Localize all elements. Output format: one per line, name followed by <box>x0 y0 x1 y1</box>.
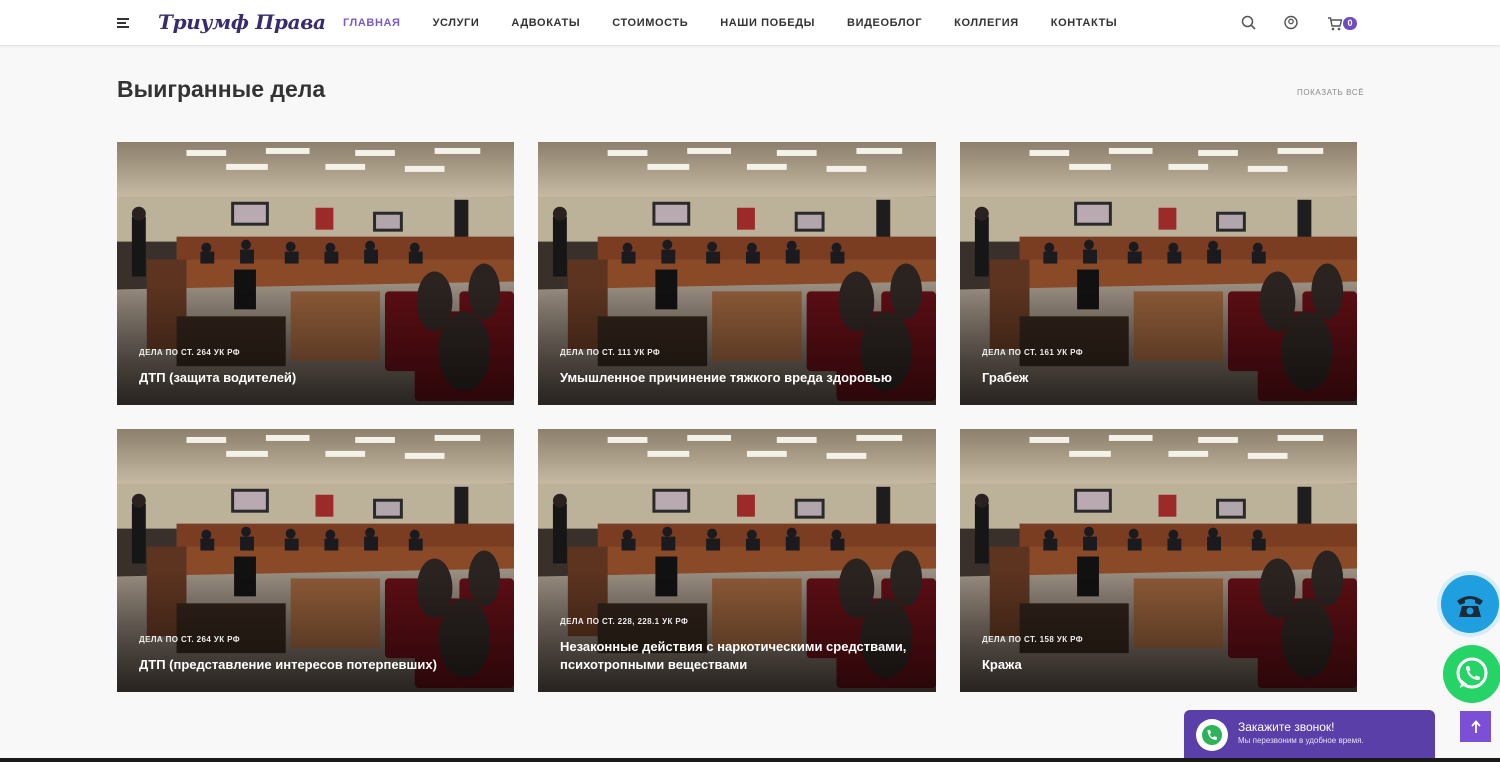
card-overlay <box>117 285 514 405</box>
callback-subtitle: Мы перезвоним в удобное время. <box>1238 736 1364 745</box>
case-category: ДЕЛА ПО СТ. 111 УК РФ <box>560 348 661 357</box>
search-icon[interactable] <box>1241 14 1257 32</box>
site-logo[interactable]: Триумф Права <box>158 10 326 34</box>
card-caption: ДЕЛА ПО СТ. 111 УК РФ Умышленное причинен… <box>560 348 914 387</box>
case-category: ДЕЛА ПО СТ. 158 УК РФ <box>982 635 1083 644</box>
case-card[interactable]: ДЕЛА ПО СТ. 264 УК РФ ДТП (защита водител… <box>117 142 514 405</box>
card-caption: ДЕЛА ПО СТ. 228, 228.1 УК РФ Незаконные д… <box>560 617 914 674</box>
cases-grid: ДЕЛА ПО СТ. 264 УК РФ ДТП (защита водител… <box>117 142 1357 692</box>
nav-item-collegium[interactable]: КОЛЛЕГИЯ <box>954 17 1019 29</box>
site-header: Триумф Права ГЛАВНАЯ УСЛУГИ АДВОКАТЫ СТО… <box>0 0 1500 46</box>
cart-count-badge: 0 <box>1343 17 1357 30</box>
card-overlay <box>538 285 936 405</box>
card-overlay <box>117 572 514 692</box>
case-card[interactable]: ДЕЛА ПО СТ. 264 УК РФ ДТП (представление … <box>117 429 514 692</box>
card-overlay <box>960 572 1357 692</box>
scroll-top-button[interactable] <box>1460 711 1491 742</box>
main-nav: ГЛАВНАЯ УСЛУГИ АДВОКАТЫ СТОИМОСТЬ НАШИ П… <box>343 0 1149 46</box>
nav-item-services[interactable]: УСЛУГИ <box>433 17 480 29</box>
case-title[interactable]: Кража <box>982 656 1335 674</box>
case-title[interactable]: ДТП (представление интересов потерпевших… <box>139 656 492 674</box>
user-icon[interactable] <box>1284 14 1300 32</box>
case-title[interactable]: Умышленное причинение тяжкого вреда здор… <box>560 369 914 387</box>
whatsapp-button[interactable] <box>1443 645 1500 703</box>
card-caption: ДЕЛА ПО СТ. 264 УК РФ ДТП (защита водител… <box>139 348 492 387</box>
case-card[interactable]: ДЕЛА ПО СТ. 228, 228.1 УК РФ Незаконные д… <box>538 429 936 692</box>
case-title[interactable]: Незаконные действия с наркотическими сре… <box>560 638 914 674</box>
card-caption: ДЕЛА ПО СТ. 161 УК РФ Грабеж <box>982 348 1335 387</box>
whatsapp-icon <box>1456 657 1488 689</box>
callback-title: Закажите звонок! <box>1238 720 1335 734</box>
case-title[interactable]: ДТП (защита водителей) <box>139 369 492 387</box>
case-card[interactable]: ДЕЛА ПО СТ. 158 УК РФ Кража <box>960 429 1357 692</box>
case-title[interactable]: Грабеж <box>982 369 1335 387</box>
case-category: ДЕЛА ПО СТ. 264 УК РФ <box>139 635 240 644</box>
case-card[interactable]: ДЕЛА ПО СТ. 111 УК РФ Умышленное причинен… <box>538 142 936 405</box>
card-caption: ДЕЛА ПО СТ. 264 УК РФ ДТП (представление … <box>139 635 492 674</box>
case-category: ДЕЛА ПО СТ. 161 УК РФ <box>982 348 1083 357</box>
case-category: ДЕЛА ПО СТ. 228, 228.1 УК РФ <box>560 617 689 626</box>
menu-icon[interactable] <box>117 18 129 28</box>
section-title: Выигранные дела <box>117 76 326 102</box>
nav-item-pricing[interactable]: СТОИМОСТЬ <box>612 17 688 29</box>
nav-item-contacts[interactable]: КОНТАКТЫ <box>1051 17 1117 29</box>
phone-call-button[interactable] <box>1437 571 1500 637</box>
case-card[interactable]: ДЕЛА ПО СТ. 161 УК РФ Грабеж <box>960 142 1357 405</box>
footer-edge <box>0 758 1500 762</box>
nav-item-videoblog[interactable]: ВИДЕОБЛОГ <box>847 17 922 29</box>
nav-item-main[interactable]: ГЛАВНАЯ <box>343 17 401 29</box>
show-all-link[interactable]: ПОКАЗАТЬ ВСЁ <box>1297 88 1364 97</box>
card-caption: ДЕЛА ПО СТ. 158 УК РФ Кража <box>982 635 1335 674</box>
nav-item-victories[interactable]: НАШИ ПОБЕДЫ <box>720 17 815 29</box>
nav-item-lawyers[interactable]: АДВОКАТЫ <box>511 17 580 29</box>
callback-phone-icon <box>1196 719 1228 751</box>
phone-icon <box>1457 596 1483 617</box>
cart-icon[interactable] <box>1327 14 1343 32</box>
case-category: ДЕЛА ПО СТ. 264 УК РФ <box>139 348 240 357</box>
card-overlay <box>960 285 1357 405</box>
callback-widget[interactable]: Закажите звонок! Мы перезвоним в удобное… <box>1184 710 1435 762</box>
arrow-up-icon <box>1470 719 1481 733</box>
